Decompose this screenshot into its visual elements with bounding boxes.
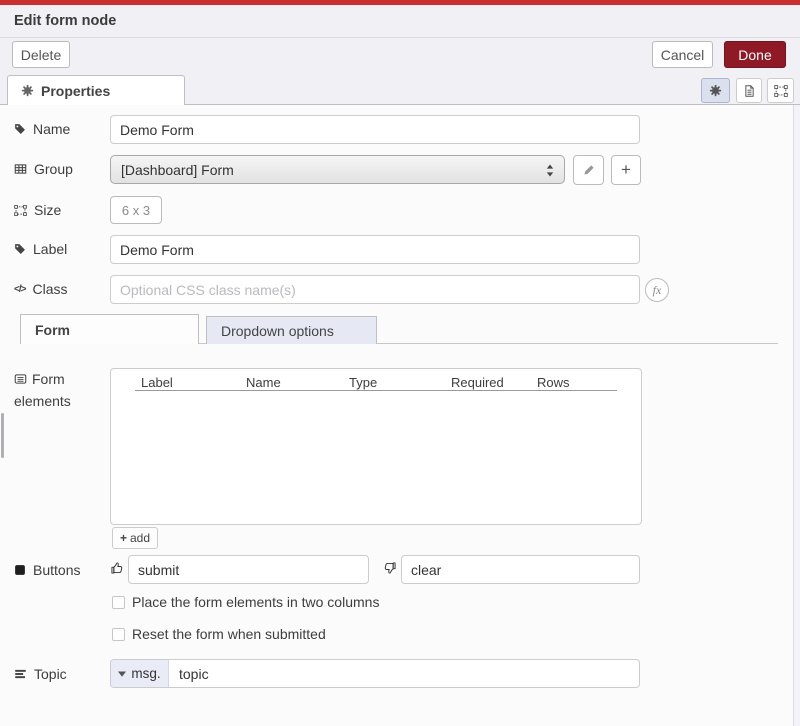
pencil-icon — [583, 164, 595, 176]
edit-form-node-dialog: Edit form node Delete Cancel Done Proper… — [0, 0, 800, 726]
tab-properties-label: Properties — [41, 83, 110, 99]
appearance-panel-button[interactable] — [767, 78, 794, 103]
object-group-icon — [774, 84, 788, 98]
done-button[interactable]: Done — [724, 41, 786, 68]
reset-on-submit-label: Reset the form when submitted — [132, 626, 326, 642]
properties-panel-button[interactable] — [701, 78, 730, 103]
tasks-icon — [14, 668, 27, 680]
column-header-type: Type — [349, 375, 377, 390]
tab-dropdown-options[interactable]: Dropdown options — [206, 316, 377, 344]
class-field-label: </> Class — [14, 281, 67, 297]
tag-icon — [14, 123, 26, 135]
two-columns-checkbox[interactable] — [112, 596, 125, 609]
description-panel-button[interactable] — [736, 78, 762, 103]
two-columns-option[interactable]: Place the form elements in two columns — [112, 594, 379, 610]
edit-group-button[interactable] — [573, 155, 604, 185]
topic-type-selector[interactable]: msg. — [111, 660, 169, 687]
object-group-icon — [14, 204, 27, 217]
tab-form[interactable]: Form — [20, 314, 199, 344]
square-icon — [14, 564, 26, 576]
select-updown-icon — [546, 164, 554, 177]
form-elements-table: Label Name Type Required Rows — [110, 368, 642, 525]
table-icon — [14, 163, 27, 175]
buttons-field-label: Buttons — [14, 562, 80, 578]
name-field-label: Name — [14, 121, 70, 137]
plus-icon: + — [621, 160, 631, 180]
column-header-required: Required — [451, 375, 504, 390]
code-icon: </> — [14, 284, 25, 295]
reset-on-submit-checkbox[interactable] — [112, 628, 125, 641]
left-scrollbar-thumb[interactable] — [1, 413, 4, 458]
delete-button[interactable]: Delete — [12, 41, 70, 68]
column-header-label: Label — [141, 375, 173, 390]
group-select-value: [Dashboard] Form — [121, 162, 234, 178]
group-select[interactable]: [Dashboard] Form — [110, 155, 565, 184]
size-button[interactable]: 6 x 3 — [110, 196, 162, 224]
thumbs-up-icon — [110, 561, 124, 575]
tab-properties[interactable]: Properties — [7, 75, 185, 105]
dialog-title: Edit form node — [14, 13, 116, 29]
topic-typed-input: msg. topic — [110, 659, 640, 688]
column-header-rows: Rows — [537, 375, 570, 390]
gear-icon — [21, 84, 34, 97]
size-field-label: Size — [14, 202, 61, 218]
caret-down-icon — [118, 671, 126, 677]
cancel-button[interactable]: Cancel — [652, 41, 713, 68]
label-field-label: Label — [14, 241, 67, 257]
add-element-button[interactable]: + add — [112, 527, 158, 549]
label-input[interactable] — [110, 235, 640, 264]
gear-icon — [709, 84, 722, 97]
column-header-name: Name — [246, 375, 281, 390]
topic-type-label: msg. — [131, 666, 160, 681]
form-elements-label: Form elements — [14, 368, 98, 412]
expand-editor-button[interactable]: fx — [645, 278, 669, 302]
two-columns-label: Place the form elements in two columns — [132, 594, 379, 610]
thumbs-down-icon — [383, 561, 397, 575]
tag-icon — [14, 243, 26, 255]
name-input[interactable] — [110, 115, 640, 144]
dialog-header: Edit form node — [0, 5, 800, 38]
add-group-button[interactable]: + — [611, 155, 641, 185]
document-icon — [743, 84, 756, 98]
plus-icon: + — [120, 531, 127, 545]
clear-button-label-input[interactable] — [401, 555, 640, 584]
class-input[interactable] — [110, 275, 640, 304]
right-scroll-track[interactable] — [793, 105, 800, 726]
group-field-label: Group — [14, 161, 73, 177]
topic-field-label: Topic — [14, 666, 67, 682]
header-rule — [135, 390, 617, 391]
submit-button-label-input[interactable] — [128, 555, 369, 584]
list-alt-icon — [14, 373, 27, 385]
reset-on-submit-option[interactable]: Reset the form when submitted — [112, 626, 326, 642]
topic-value[interactable]: topic — [169, 660, 639, 687]
